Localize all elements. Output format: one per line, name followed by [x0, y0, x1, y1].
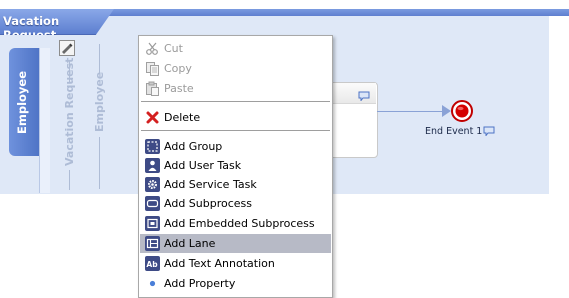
- lane-line: [99, 44, 100, 74]
- menu-item-label: Delete: [164, 111, 201, 124]
- menu-item-label: Add Lane: [164, 237, 216, 250]
- menu-item-add-subprocess[interactable]: Add Subprocess: [140, 194, 331, 213]
- copy-icon: [146, 62, 159, 76]
- delete-icon: [146, 111, 159, 124]
- menu-item-add-lane[interactable]: Add Lane: [140, 234, 331, 253]
- lane-icon: [145, 236, 160, 251]
- menu-item-label: Add Group: [164, 140, 223, 153]
- text-annotation-icon: Ab: [145, 256, 160, 271]
- paste-icon: [146, 81, 159, 96]
- menu-item-add-embedded-subprocess[interactable]: Add Embedded Subprocess: [140, 214, 331, 233]
- lane-label-employee: Employee: [93, 71, 106, 132]
- edit-icon[interactable]: [59, 40, 75, 56]
- lane-strip: [39, 48, 50, 193]
- menu-separator: [141, 101, 330, 103]
- menu-item-label: Paste: [164, 82, 194, 95]
- end-event-label: End Event 1: [425, 126, 483, 137]
- sequence-flow[interactable]: [377, 111, 444, 112]
- service-task-icon: [145, 177, 160, 192]
- menu-item-label: Add Text Annotation: [164, 257, 275, 270]
- canvas-margin: [549, 16, 569, 194]
- sequence-flow-arrow: [442, 105, 451, 117]
- subprocess-icon: [145, 196, 160, 211]
- scissors-icon: [146, 42, 158, 55]
- group-icon: [145, 139, 160, 154]
- lane-tab-employee[interactable]: Employee: [9, 48, 39, 156]
- menu-item-cut[interactable]: Cut: [140, 39, 331, 58]
- menu-item-label: Cut: [164, 42, 183, 55]
- menu-item-add-group[interactable]: Add Group: [140, 137, 331, 156]
- menu-item-copy[interactable]: Copy: [140, 59, 331, 78]
- user-task-icon: [145, 158, 160, 173]
- pool-title-tab[interactable]: Vacation Request: [0, 9, 114, 35]
- lane-tab-label: Employee: [15, 70, 29, 134]
- menu-item-label: Add Property: [164, 277, 236, 290]
- menu-item-label: Add User Task: [164, 159, 242, 172]
- menu-item-label: Add Embedded Subprocess: [164, 217, 315, 230]
- menu-item-add-property[interactable]: Add Property: [140, 274, 331, 293]
- property-icon: [149, 280, 156, 287]
- lane-line: [99, 137, 100, 189]
- menu-item-label: Add Subprocess: [164, 197, 252, 210]
- lane-line: [69, 170, 70, 190]
- menu-separator: [141, 130, 330, 132]
- embedded-subprocess-icon: [145, 216, 160, 231]
- svg-text:Ab: Ab: [146, 260, 158, 269]
- menu-item-add-service-task[interactable]: Add Service Task: [140, 175, 331, 194]
- menu-item-add-user-task[interactable]: Add User Task: [140, 156, 331, 175]
- context-menu: Cut Copy Paste Delete Add Group Add User…: [138, 35, 333, 298]
- menu-item-label: Add Service Task: [164, 178, 257, 191]
- comment-icon[interactable]: [483, 126, 495, 136]
- menu-item-paste[interactable]: Paste: [140, 79, 331, 98]
- menu-item-label: Copy: [164, 62, 192, 75]
- comment-icon[interactable]: [358, 91, 370, 101]
- menu-item-add-text-annotation[interactable]: Ab Add Text Annotation: [140, 254, 331, 273]
- menu-item-delete[interactable]: Delete: [140, 108, 331, 127]
- lane-label-vacation-request: Vacation Request: [63, 57, 76, 166]
- end-event-icon[interactable]: [451, 100, 473, 122]
